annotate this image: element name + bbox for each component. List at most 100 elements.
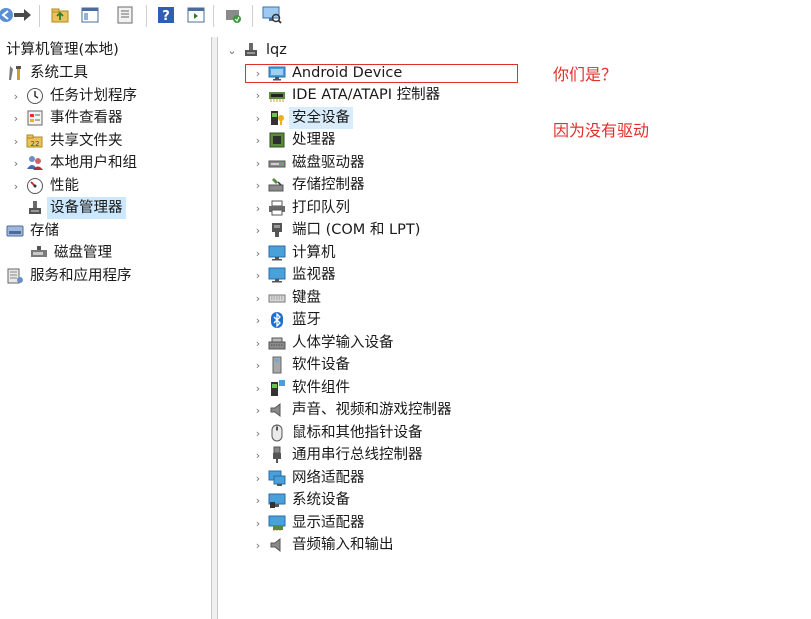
help-button[interactable]: ? — [154, 3, 178, 27]
category-software-components[interactable]: › 软件组件 — [252, 377, 350, 399]
chevron-right-icon[interactable]: › — [252, 332, 264, 354]
chevron-right-icon[interactable]: › — [10, 152, 22, 174]
chevron-right-icon[interactable]: › — [252, 489, 264, 511]
chevron-right-icon[interactable]: › — [252, 152, 264, 174]
processor-icon — [268, 131, 286, 149]
tree-item-disk-management[interactable]: 磁盘管理 — [30, 242, 112, 264]
category-system-devices[interactable]: › 系统设备 — [252, 489, 350, 511]
annotation-answer: 因为没有驱动 — [553, 121, 650, 140]
category-label: 计算机 — [292, 245, 336, 261]
tree-item-shared-folders[interactable]: › 22 共享文件夹 — [10, 130, 123, 152]
software-component-icon — [268, 379, 286, 397]
show-hide-tree-icon — [81, 7, 99, 23]
chevron-right-icon[interactable]: › — [252, 107, 264, 129]
category-processors[interactable]: › 处理器 — [252, 129, 336, 151]
chevron-right-icon[interactable]: › — [252, 512, 264, 534]
tree-item-system-tools[interactable]: 系统工具 — [6, 62, 88, 84]
show-hide-tree-button[interactable] — [78, 3, 102, 27]
category-ide-ata[interactable]: › IDE ATA/ATAPI 控制器 — [252, 84, 440, 106]
category-software-devices[interactable]: › 软件设备 — [252, 354, 350, 376]
tools-icon — [6, 64, 24, 82]
tree-item-services-apps[interactable]: 服务和应用程序 — [6, 265, 132, 287]
storage-controller-icon — [268, 176, 286, 194]
software-device-icon — [268, 356, 286, 374]
category-ports[interactable]: › 端口 (COM 和 LPT) — [252, 219, 421, 241]
toolbar-separator — [39, 5, 40, 27]
category-label: 软件设备 — [292, 357, 350, 373]
tree-item-label: 事件查看器 — [50, 110, 123, 126]
tree-item-event-viewer[interactable]: › 事件查看器 — [10, 107, 123, 129]
update-driver-button[interactable] — [221, 3, 245, 27]
category-display-adapters[interactable]: › 显示适配器 — [252, 512, 365, 534]
tree-item-computer-management[interactable]: 计算机管理(本地) — [6, 39, 119, 61]
keyboard-icon — [268, 289, 286, 307]
network-adapter-icon — [268, 469, 286, 487]
category-disk-drives[interactable]: › 磁盘驱动器 — [252, 152, 365, 174]
chevron-right-icon[interactable]: › — [10, 175, 22, 197]
tree-item-label: 本地用户和组 — [50, 155, 137, 171]
speaker-icon — [268, 401, 286, 419]
chevron-right-icon[interactable]: › — [252, 174, 264, 196]
tree-item-label: 服务和应用程序 — [30, 268, 132, 284]
tree-item-device-manager[interactable]: 设备管理器 — [26, 197, 126, 219]
device-tree-root[interactable]: ⌄ lqz — [226, 39, 286, 61]
forward-button[interactable] — [10, 3, 34, 27]
chevron-right-icon[interactable]: › — [252, 219, 264, 241]
services-icon — [6, 267, 24, 285]
chevron-right-icon[interactable]: › — [252, 287, 264, 309]
show-action-pane-icon — [187, 7, 205, 23]
category-sound[interactable]: › 声音、视频和游戏控制器 — [252, 399, 452, 421]
tree-item-label: 共享文件夹 — [50, 133, 123, 149]
chevron-right-icon[interactable]: › — [252, 444, 264, 466]
chevron-right-icon[interactable]: › — [252, 309, 264, 331]
chevron-right-icon[interactable]: › — [10, 85, 22, 107]
category-keyboards[interactable]: › 键盘 — [252, 287, 321, 309]
category-label: 声音、视频和游戏控制器 — [292, 402, 452, 418]
show-action-pane-button[interactable] — [184, 3, 208, 27]
pane-splitter[interactable] — [211, 37, 218, 619]
tree-item-task-scheduler[interactable]: › 任务计划程序 — [10, 85, 137, 107]
chevron-right-icon[interactable]: › — [252, 129, 264, 151]
category-usb[interactable]: › 通用串行总线控制器 — [252, 444, 423, 466]
shared-folder-icon: 22 — [26, 132, 44, 150]
properties-button[interactable] — [113, 3, 137, 27]
category-label: IDE ATA/ATAPI 控制器 — [292, 87, 441, 103]
category-bluetooth[interactable]: › 蓝牙 — [252, 309, 321, 331]
up-one-level-button[interactable] — [48, 3, 72, 27]
category-android-device[interactable]: › Android Device — [252, 62, 402, 84]
chevron-right-icon[interactable]: › — [10, 130, 22, 152]
tree-item-label: 设备管理器 — [47, 197, 126, 219]
annotation-question: 你们是？ — [553, 65, 618, 84]
chevron-right-icon[interactable]: › — [252, 62, 264, 84]
chevron-right-icon[interactable]: › — [252, 264, 264, 286]
category-mice[interactable]: › 鼠标和其他指针设备 — [252, 422, 423, 444]
chevron-right-icon[interactable]: › — [252, 422, 264, 444]
category-label: 软件组件 — [292, 380, 350, 396]
chevron-right-icon[interactable]: › — [252, 534, 264, 556]
category-storage-controllers[interactable]: › 存储控制器 — [252, 174, 365, 196]
chevron-right-icon[interactable]: › — [252, 467, 264, 489]
tree-item-storage[interactable]: 存储 — [6, 220, 59, 242]
scan-hardware-button[interactable] — [260, 3, 284, 27]
category-network[interactable]: › 网络适配器 — [252, 467, 365, 489]
category-audio-io[interactable]: › 音频输入和输出 — [252, 534, 394, 556]
chevron-right-icon[interactable]: › — [252, 197, 264, 219]
tree-item-performance[interactable]: › 性能 — [10, 175, 79, 197]
category-security-devices[interactable]: › 安全设备 — [252, 107, 353, 129]
chevron-right-icon[interactable]: › — [252, 242, 264, 264]
chevron-right-icon[interactable]: › — [10, 107, 22, 129]
device-manager-icon — [26, 199, 44, 217]
chevron-right-icon[interactable]: › — [252, 377, 264, 399]
chevron-right-icon[interactable]: › — [252, 84, 264, 106]
category-computer[interactable]: › 计算机 — [252, 242, 336, 264]
tree-item-local-users[interactable]: › 本地用户和组 — [10, 152, 137, 174]
category-label: 键盘 — [292, 290, 321, 306]
category-print-queues[interactable]: › 打印队列 — [252, 197, 350, 219]
chevron-right-icon[interactable]: › — [252, 354, 264, 376]
category-monitors[interactable]: › 监视器 — [252, 264, 336, 286]
category-hid[interactable]: › 人体学输入设备 — [252, 332, 394, 354]
port-icon — [268, 221, 286, 239]
chevron-down-icon[interactable]: ⌄ — [226, 39, 238, 61]
hid-icon — [268, 334, 286, 352]
chevron-right-icon[interactable]: › — [252, 399, 264, 421]
